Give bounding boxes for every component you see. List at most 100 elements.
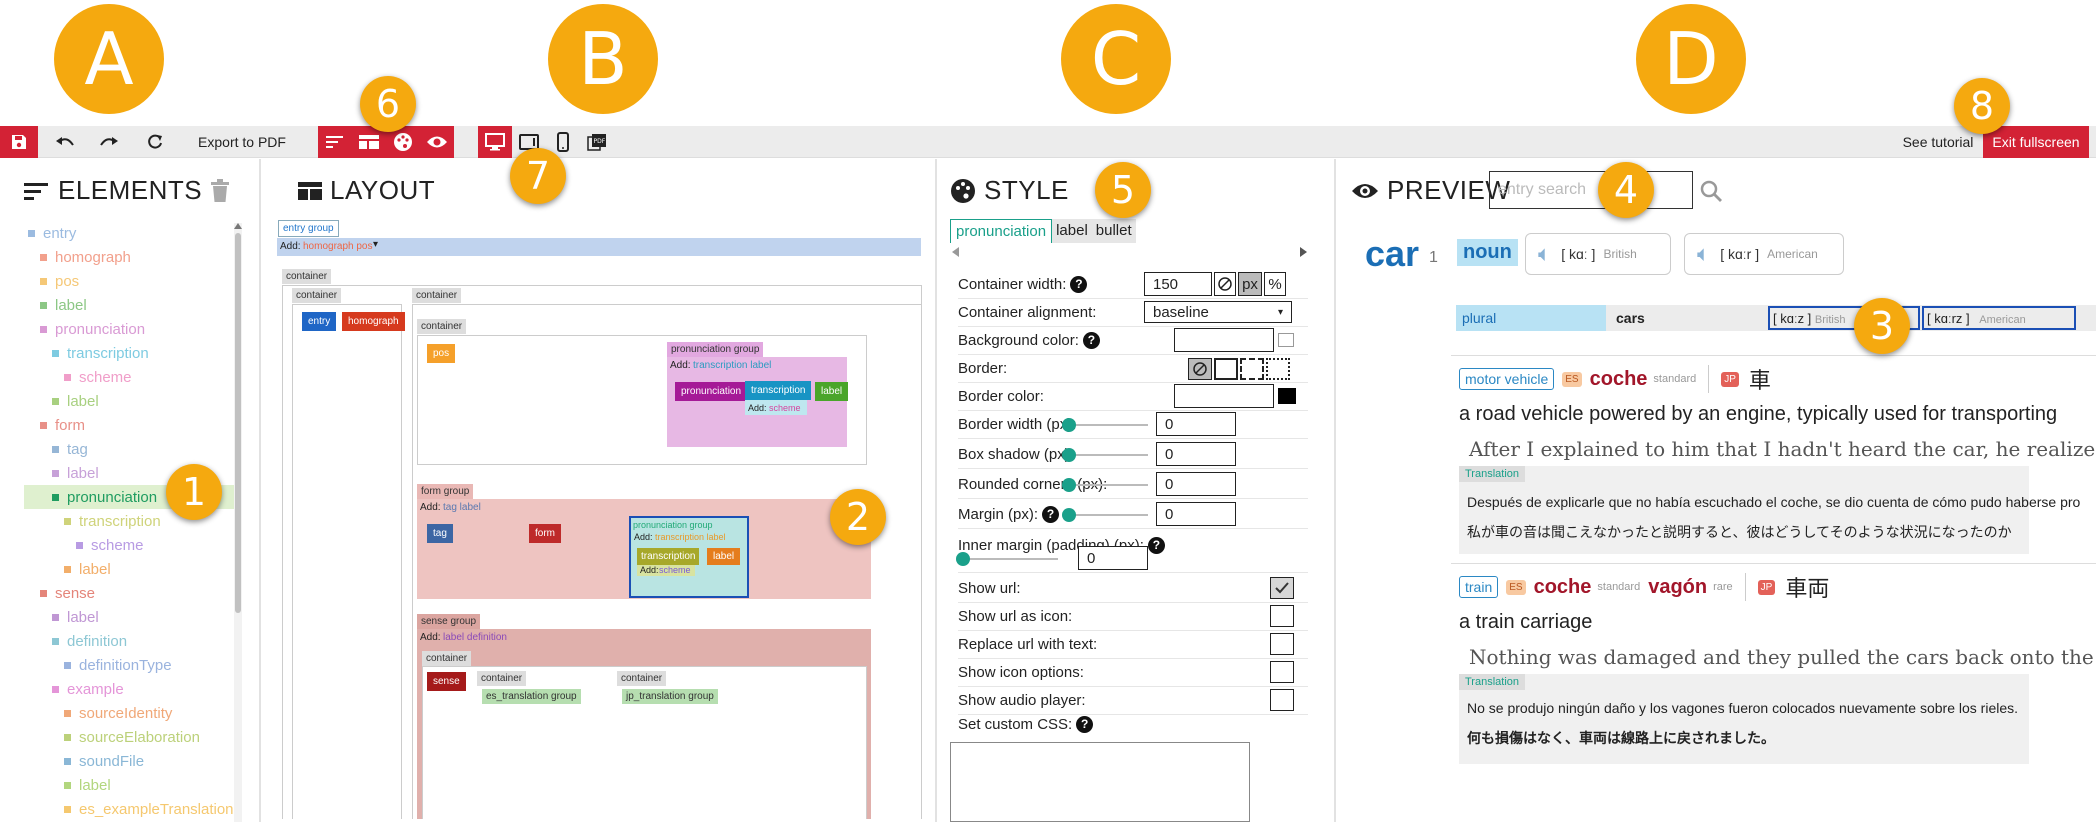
search-icon[interactable]: [1699, 179, 1723, 203]
tag-chip[interactable]: tag: [427, 524, 453, 543]
add-options[interactable]: tag label: [443, 502, 481, 513]
transcription-chip[interactable]: transcription: [637, 548, 700, 565]
border-width-slider[interactable]: [1062, 418, 1148, 432]
transcription-chip[interactable]: transcription: [745, 381, 812, 400]
tree-item[interactable]: transcription: [24, 341, 234, 365]
tree-item[interactable]: pronunciation: [24, 317, 234, 341]
rounded-corners-slider[interactable]: [1062, 478, 1148, 492]
label-chip[interactable]: label: [815, 382, 849, 401]
tree-scrollbar-track[interactable]: [234, 223, 242, 822]
show-audio-player-checkbox[interactable]: [1270, 689, 1294, 711]
export-pdf-button[interactable]: Export to PDF: [190, 126, 294, 158]
help-icon[interactable]: ?: [1070, 275, 1088, 293]
pron-british[interactable]: 🔈︎ [ kɑː ] British: [1525, 233, 1671, 275]
box-shadow-slider[interactable]: [1062, 448, 1148, 462]
add-options[interactable]: label definition: [443, 632, 507, 643]
border-none-button[interactable]: [1188, 358, 1212, 380]
tree-item[interactable]: soundFile: [24, 749, 234, 773]
trash-icon[interactable]: [210, 178, 230, 203]
speaker-icon[interactable]: 🔈︎: [1538, 241, 1551, 267]
refresh-button[interactable]: [138, 126, 172, 158]
help-icon[interactable]: ?: [1147, 536, 1165, 554]
exit-fullscreen-button[interactable]: Exit fullscreen: [1983, 126, 2089, 158]
border-width-input[interactable]: 0: [1156, 412, 1236, 436]
transcription-box[interactable]: transcription Add: scheme: [637, 548, 700, 576]
tree-item[interactable]: es_exampleTranslation: [24, 797, 234, 821]
tree-item[interactable]: label: [24, 773, 234, 797]
tree-item[interactable]: form: [24, 413, 234, 437]
tab-bullet[interactable]: bullet: [1091, 219, 1136, 243]
tree-item[interactable]: definition: [24, 629, 234, 653]
rounded-corners-input[interactable]: 0: [1156, 472, 1236, 496]
alignment-select[interactable]: baseline ▾: [1144, 301, 1292, 323]
show-url-checkbox[interactable]: [1270, 577, 1294, 599]
tree-item[interactable]: label: [24, 389, 234, 413]
tree-item[interactable]: sourceIdentity: [24, 701, 234, 725]
tree-item[interactable]: scheme: [24, 533, 234, 557]
tree-item[interactable]: sense: [24, 581, 234, 605]
save-button[interactable]: [0, 126, 38, 158]
redo-button[interactable]: [92, 126, 126, 158]
border-solid-button[interactable]: [1214, 358, 1238, 380]
padding-slider[interactable]: [956, 552, 1058, 566]
unit-percent-button[interactable]: %: [1264, 272, 1286, 296]
selected-pron-group[interactable]: pronunciation group Add: transcription l…: [629, 516, 749, 598]
tree-item[interactable]: entry: [24, 221, 234, 245]
tree-item[interactable]: label: [24, 605, 234, 629]
border-dotted-button[interactable]: [1266, 358, 1290, 380]
speaker-icon[interactable]: 🔈︎: [1697, 241, 1710, 267]
add-options[interactable]: scheme: [769, 403, 801, 413]
label-chip[interactable]: label: [707, 548, 741, 565]
border-color-input[interactable]: [1174, 384, 1274, 408]
tree-item[interactable]: tag: [24, 437, 234, 461]
tree-item[interactable]: homograph: [24, 245, 234, 269]
add-options[interactable]: transcription label: [693, 360, 771, 371]
help-icon[interactable]: ?: [1076, 715, 1094, 733]
padding-input[interactable]: 0: [1078, 546, 1148, 570]
box-shadow-input[interactable]: 0: [1156, 442, 1236, 466]
tree-item[interactable]: example: [24, 677, 234, 701]
add-options[interactable]: transcription label: [655, 532, 726, 542]
help-icon[interactable]: ?: [1042, 505, 1060, 523]
homograph-chip[interactable]: homograph: [342, 312, 405, 331]
pronunciation-chip[interactable]: pronunciation: [675, 382, 748, 401]
replace-url-with-text-checkbox[interactable]: [1270, 633, 1294, 655]
container-width-input[interactable]: 150: [1144, 272, 1212, 296]
view-elements-toggle[interactable]: [318, 126, 352, 158]
add-options[interactable]: scheme: [659, 565, 691, 575]
border-color-swatch[interactable]: [1278, 388, 1296, 404]
undo-button[interactable]: [48, 126, 82, 158]
scroll-left-arrow-icon[interactable]: [952, 247, 959, 257]
entry-group-add-bar[interactable]: Add: homograph pos ▾: [277, 238, 921, 256]
help-icon[interactable]: ?: [1082, 331, 1100, 349]
desktop-view-button[interactable]: [478, 126, 512, 158]
add-options[interactable]: homograph pos: [303, 241, 373, 252]
bg-color-input[interactable]: [1174, 328, 1274, 352]
entry-chip[interactable]: entry: [302, 312, 337, 331]
show-url-as-icon-checkbox[interactable]: [1270, 605, 1294, 627]
entry-container[interactable]: [292, 304, 402, 819]
tree-item[interactable]: definitionType: [24, 653, 234, 677]
bg-color-swatch[interactable]: [1278, 333, 1294, 347]
tree-scrollbar-thumb[interactable]: [235, 233, 241, 613]
transcription-box[interactable]: transcription Add: scheme: [745, 381, 812, 415]
sense-chip[interactable]: sense: [427, 672, 466, 691]
width-none-button[interactable]: [1214, 272, 1236, 296]
tab-pronunciation[interactable]: pronunciation: [950, 219, 1053, 243]
pos-chip[interactable]: pos: [427, 344, 456, 363]
tree-item[interactable]: sourceElaboration: [24, 725, 234, 749]
view-preview-toggle[interactable]: [420, 126, 454, 158]
see-tutorial-link[interactable]: See tutorial: [1896, 126, 1980, 158]
dropdown-caret-icon[interactable]: ▾: [373, 239, 378, 250]
tree-item[interactable]: label: [24, 293, 234, 317]
margin-input[interactable]: 0: [1156, 502, 1236, 526]
custom-css-textarea[interactable]: [950, 742, 1250, 822]
pdf-view-button[interactable]: PDF: [580, 126, 614, 158]
form-chip[interactable]: form: [529, 524, 561, 543]
margin-slider[interactable]: [1062, 508, 1148, 522]
pron-american[interactable]: 🔈︎ [ kɑːr ] American: [1684, 233, 1844, 275]
entry-search-input[interactable]: entry search: [1489, 171, 1693, 209]
scroll-up-arrow-icon[interactable]: [234, 223, 242, 229]
scroll-right-arrow-icon[interactable]: [1300, 247, 1307, 257]
tree-item[interactable]: scheme: [24, 365, 234, 389]
